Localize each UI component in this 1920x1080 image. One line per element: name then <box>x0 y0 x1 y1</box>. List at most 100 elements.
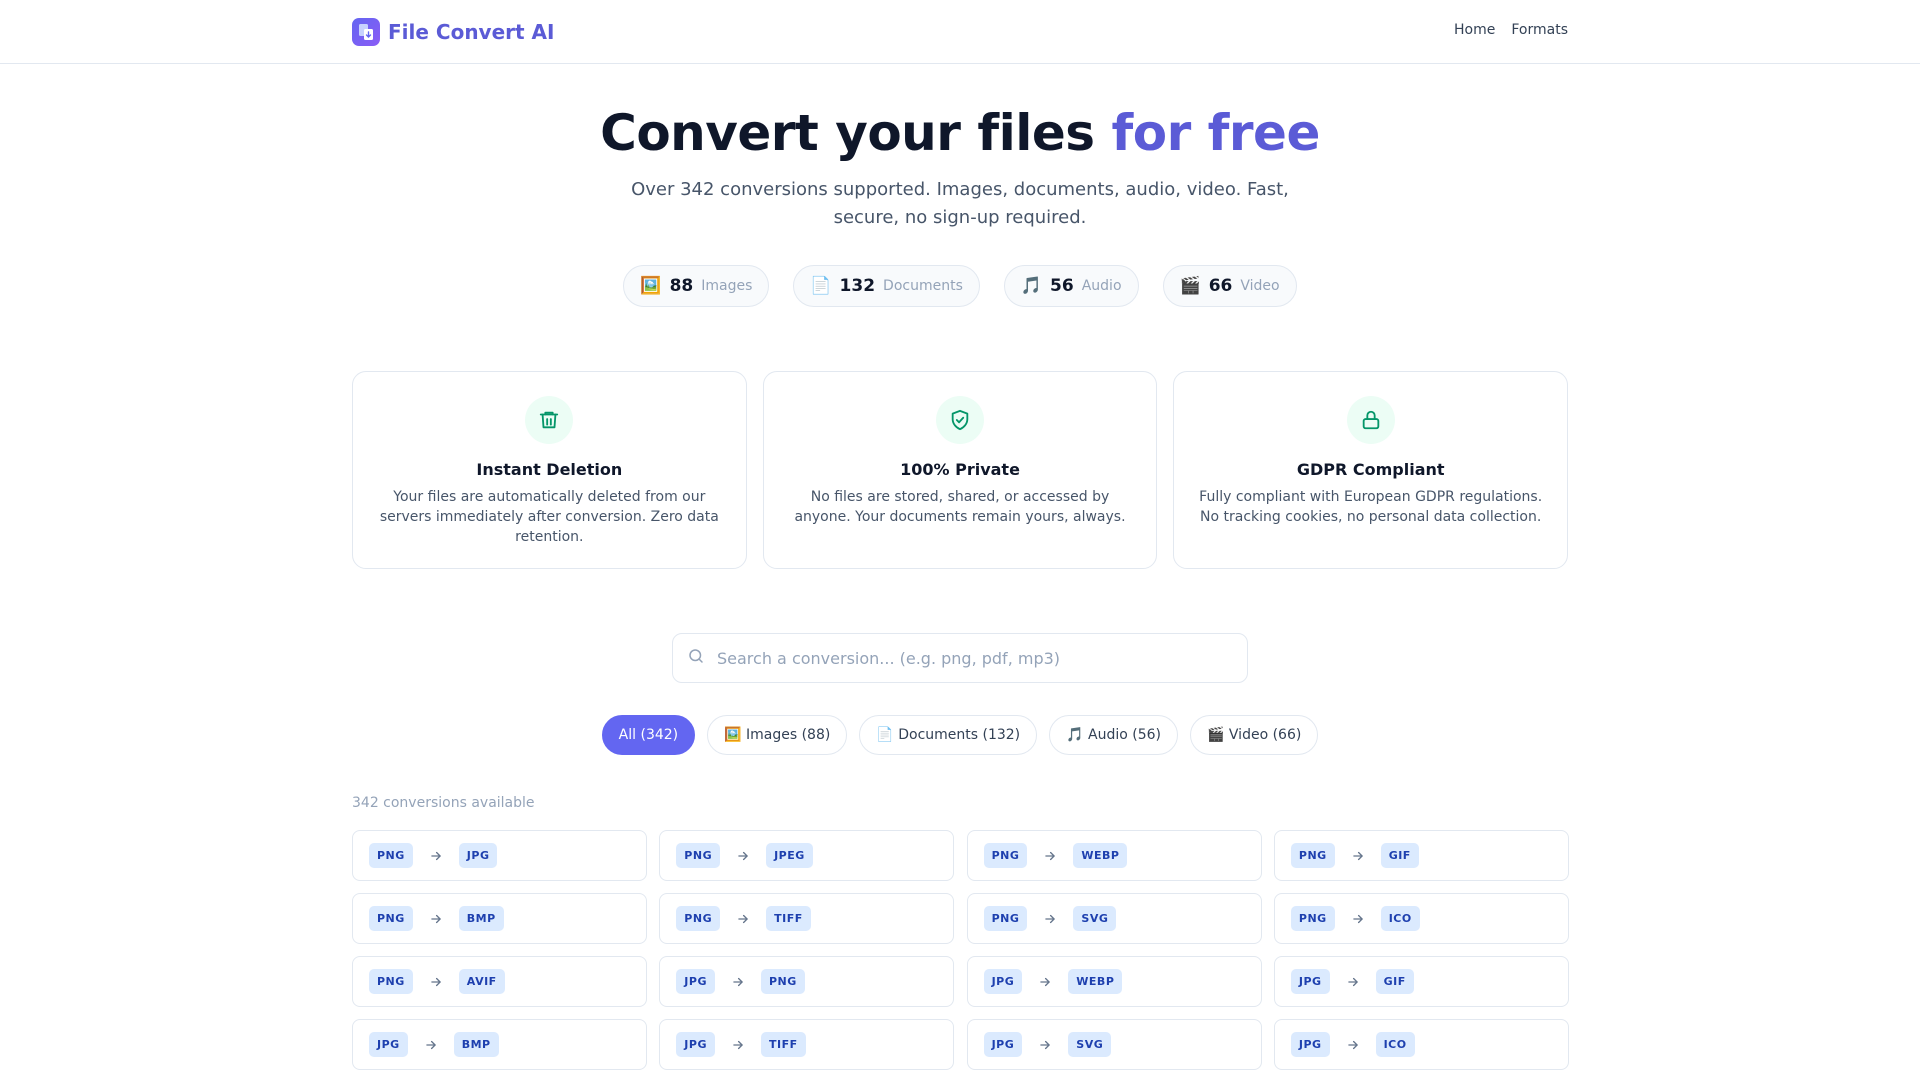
arrow-right-icon <box>1043 849 1057 863</box>
target-format-badge: AVIF <box>458 969 505 994</box>
conversion-card[interactable]: JPG GIF <box>1273 956 1569 1007</box>
arrow-right-icon <box>429 912 443 926</box>
stat-documents: 📄 132 Documents <box>793 265 980 307</box>
main-nav: Home Formats <box>1454 22 1568 38</box>
source-format-badge: PNG <box>1290 843 1335 868</box>
brand[interactable]: File Convert AI <box>352 18 554 46</box>
target-format-badge: TIFF <box>766 906 811 931</box>
source-format-badge: JPG <box>1290 969 1330 994</box>
stat-label: Images <box>701 278 753 294</box>
stat-images: 🖼️ 88 Images <box>623 265 770 307</box>
search-input[interactable] <box>717 648 1217 668</box>
shield-check-icon <box>936 396 984 444</box>
arrow-right-icon <box>424 1038 438 1052</box>
arrow-right-icon <box>731 1038 745 1052</box>
target-format-badge: BMP <box>458 906 504 931</box>
conversion-card[interactable]: PNG ICO <box>1273 893 1569 944</box>
arrow-right-icon <box>1346 975 1360 989</box>
source-format-badge: PNG <box>983 843 1028 868</box>
feature-title: 100% Private <box>900 460 1020 479</box>
target-format-badge: ICO <box>1375 1032 1415 1057</box>
source-format-badge: JPG <box>676 969 715 994</box>
file-convert-logo-icon <box>352 18 380 46</box>
conversion-card[interactable]: JPG SVG <box>966 1019 1262 1070</box>
arrow-right-icon <box>1351 849 1365 863</box>
arrow-right-icon <box>429 849 443 863</box>
feature-text: Fully compliant with European GDPR regul… <box>1199 489 1543 525</box>
filter-all[interactable]: All (342) <box>601 715 696 755</box>
target-format-badge: SVG <box>1068 1032 1112 1057</box>
hero-title: Convert your files for free <box>0 104 1920 162</box>
conversion-search <box>672 633 1248 683</box>
feature-title: GDPR Compliant <box>1296 460 1445 479</box>
feature-card-private: 100% Private No files are stored, shared… <box>762 371 1158 569</box>
target-format-badge: WEBP <box>1068 969 1123 994</box>
stat-audio: 🎵 56 Audio <box>1003 265 1139 307</box>
stat-value: 88 <box>669 276 694 296</box>
arrow-right-icon <box>429 975 443 989</box>
arrow-right-icon <box>1351 912 1365 926</box>
stat-label: Documents <box>883 278 963 294</box>
filter-documents[interactable]: 📄 Documents (132) <box>859 715 1038 755</box>
arrow-right-icon <box>736 849 750 863</box>
conversion-card[interactable]: PNG AVIF <box>352 956 647 1007</box>
filter-images[interactable]: 🖼️ Images (88) <box>707 715 848 755</box>
nav-home-link[interactable]: Home <box>1454 22 1495 38</box>
arrow-right-icon <box>1038 1038 1052 1052</box>
feature-cards: Instant Deletion Your files are automati… <box>352 371 1569 569</box>
target-format-badge: ICO <box>1380 906 1420 931</box>
conversion-card[interactable]: JPG ICO <box>1273 1019 1569 1070</box>
category-filters: All (342) 🖼️ Images (88) 📄 Documents (13… <box>0 715 1920 755</box>
target-format-badge: BMP <box>453 1032 499 1057</box>
feature-card-gdpr: GDPR Compliant Fully compliant with Euro… <box>1173 371 1569 569</box>
source-format-badge: PNG <box>676 843 721 868</box>
source-format-badge: PNG <box>983 906 1028 931</box>
target-format-badge: TIFF <box>760 1032 806 1057</box>
filter-video[interactable]: 🎬 Video (66) <box>1190 715 1319 755</box>
target-format-badge: JPEG <box>766 843 813 868</box>
target-format-badge: GIF <box>1380 843 1419 868</box>
hero-subtitle: Over 342 conversions supported. Images, … <box>631 179 1289 228</box>
source-format-badge: PNG <box>369 969 413 994</box>
stat-value: 56 <box>1050 276 1074 296</box>
arrow-right-icon <box>731 975 745 989</box>
source-format-badge: PNG <box>1290 906 1335 931</box>
conversion-card[interactable]: JPG BMP <box>352 1019 647 1070</box>
source-format-badge: PNG <box>369 843 413 868</box>
search-icon <box>687 647 705 669</box>
conversion-card[interactable]: PNG SVG <box>966 893 1262 944</box>
target-format-badge: JPG <box>458 843 498 868</box>
source-format-badge: JPG <box>676 1032 715 1057</box>
source-format-badge: PNG <box>676 906 721 931</box>
feature-text: Your files are automatically deleted fro… <box>379 489 719 545</box>
documents-icon: 📄 <box>810 276 832 296</box>
conversion-grid: PNG JPG PNG JPEG PNG WEBP PNG GIF PNG BMP PNG TIFF P… <box>352 830 1569 1070</box>
conversion-card[interactable]: PNG BMP <box>352 893 647 944</box>
conversion-card[interactable]: JPG TIFF <box>659 1019 955 1070</box>
conversion-card[interactable]: PNG JPG <box>352 830 647 881</box>
target-format-badge: SVG <box>1073 906 1117 931</box>
conversion-card[interactable]: PNG JPEG <box>659 830 955 881</box>
images-icon: 🖼️ <box>640 276 662 296</box>
conversion-card[interactable]: PNG TIFF <box>659 893 955 944</box>
nav-formats-link[interactable]: Formats <box>1511 22 1568 38</box>
audio-icon: 🎵 <box>1020 276 1043 296</box>
hero-title-accent: for free <box>1111 104 1320 162</box>
arrow-right-icon <box>736 912 750 926</box>
conversion-card[interactable]: PNG GIF <box>1273 830 1569 881</box>
top-navbar: File Convert AI Home Formats <box>0 0 1920 64</box>
lock-icon <box>1346 396 1395 444</box>
filter-audio[interactable]: 🎵 Audio (56) <box>1049 715 1179 755</box>
brand-name: File Convert AI <box>388 20 555 44</box>
feature-card-deletion: Instant Deletion Your files are automati… <box>352 371 747 569</box>
stat-value: 66 <box>1208 276 1233 296</box>
arrow-right-icon <box>1038 975 1052 989</box>
conversion-card[interactable]: JPG PNG <box>659 956 955 1007</box>
source-format-badge: JPG <box>983 969 1023 994</box>
conversion-card[interactable]: PNG WEBP <box>966 830 1262 881</box>
stat-video: 🎬 66 Video <box>1162 265 1297 307</box>
conversion-card[interactable]: JPG WEBP <box>966 956 1262 1007</box>
stat-label: Audio <box>1081 278 1122 294</box>
trash-icon <box>525 396 574 444</box>
feature-text: No files are stored, shared, or accessed… <box>794 489 1126 525</box>
